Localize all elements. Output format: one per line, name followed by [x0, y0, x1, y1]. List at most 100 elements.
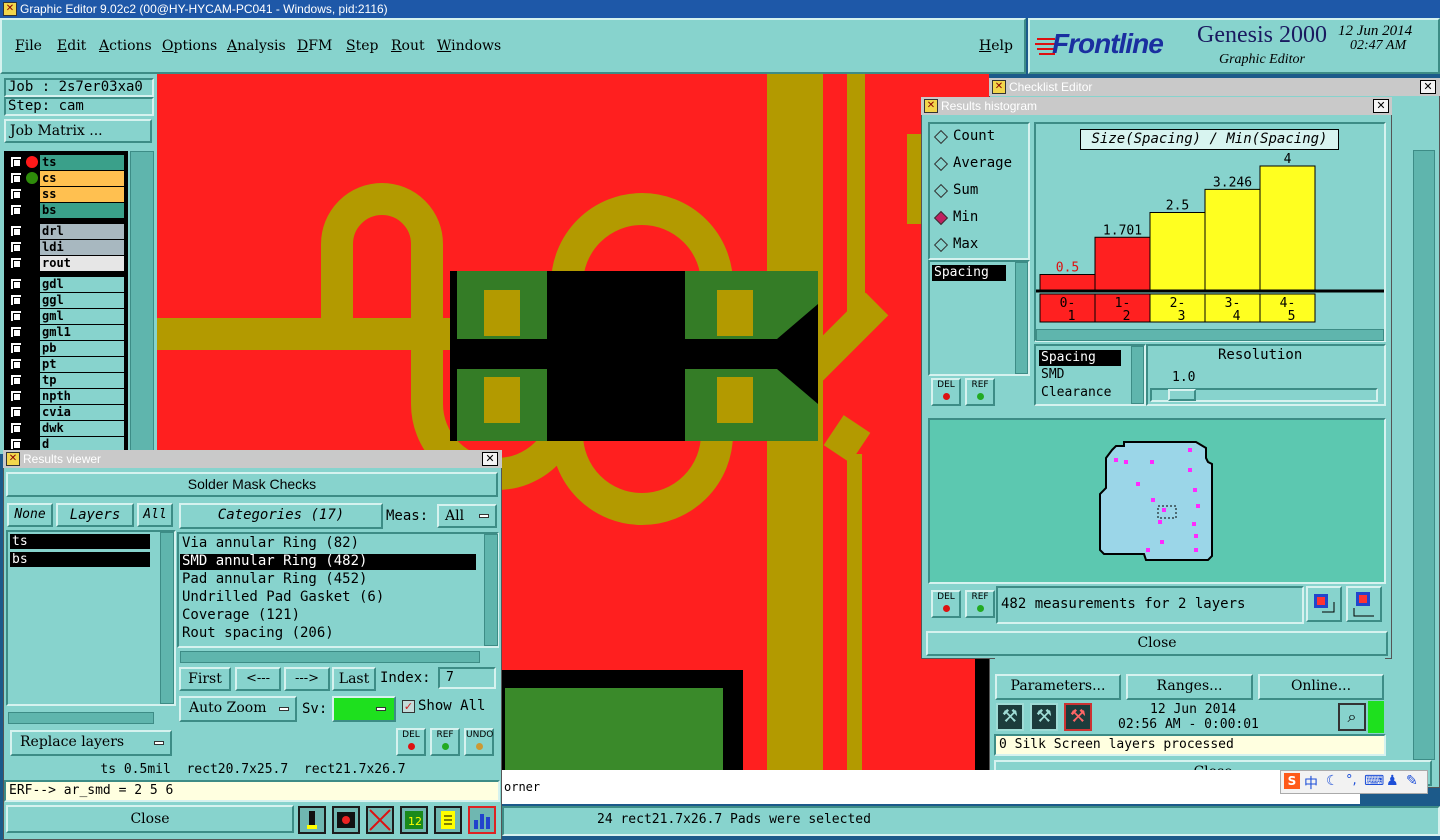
menu-windows[interactable]: Windows	[437, 38, 501, 54]
category-item[interactable]: Coverage (121)	[180, 608, 476, 624]
wrench-icon[interactable]: ✎	[1406, 773, 1418, 789]
rv-layer-bs[interactable]: bs	[10, 552, 150, 567]
rv-layer-vscroll[interactable]	[160, 532, 174, 704]
none-button[interactable]: None	[7, 503, 53, 527]
moon-icon[interactable]: ☾	[1326, 773, 1339, 789]
replace-layers-dropdown[interactable]: Replace layers	[10, 730, 172, 756]
field-list-item-spacing[interactable]: Spacing	[932, 265, 1006, 281]
categories-button[interactable]: Categories (17)	[179, 503, 383, 529]
hist-del-button-top[interactable]: DEL	[931, 378, 961, 406]
rv-layer-ts[interactable]: ts	[10, 534, 150, 549]
layer-checkbox[interactable]	[10, 156, 22, 168]
measure-item-clearance[interactable]: Clearance	[1041, 385, 1111, 400]
rv-del-button[interactable]: DEL	[396, 728, 426, 756]
menu-help[interactable]: Help	[979, 38, 1013, 54]
ime-mode[interactable]: 中	[1304, 773, 1318, 793]
user-icon[interactable]: ♟	[1386, 773, 1399, 789]
layer-checkbox[interactable]	[10, 257, 22, 269]
layer-row-13[interactable]: tp	[8, 373, 126, 388]
toolbar-pin-icon[interactable]	[298, 806, 326, 834]
run-icon-2[interactable]: ⚒	[1030, 703, 1058, 731]
measure-list-scrollbar[interactable]	[1131, 346, 1144, 404]
layer-row-8[interactable]: ggl	[8, 293, 126, 308]
online-button[interactable]: Online...	[1258, 674, 1384, 700]
layer-checkbox[interactable]	[10, 294, 22, 306]
layer-row-14[interactable]: npth	[8, 389, 126, 404]
category-vscroll[interactable]	[484, 534, 498, 646]
menu-edit[interactable]: Edit	[57, 38, 86, 54]
menu-file[interactable]: File	[15, 38, 42, 54]
histogram-view-icon[interactable]	[1346, 586, 1382, 622]
layer-row-3[interactable]: bs	[8, 203, 126, 218]
toolbar-histogram-icon[interactable]	[468, 806, 496, 834]
menu-actions[interactable]: Actions	[99, 38, 152, 54]
category-item[interactable]: Undrilled Pad Gasket (6)	[180, 590, 476, 606]
ranges-button[interactable]: Ranges...	[1126, 674, 1253, 700]
show-all-checkbox[interactable]: ✓	[402, 700, 415, 713]
run-icon-3[interactable]: ⚒	[1064, 703, 1092, 731]
menu-rout[interactable]: Rout	[391, 38, 425, 54]
toolbar-numbering-icon[interactable]: 12	[400, 806, 428, 834]
rv-close-button[interactable]: Close	[6, 805, 294, 833]
rv-ref-button[interactable]: REF	[430, 728, 460, 756]
layer-checkbox[interactable]	[10, 241, 22, 253]
layer-row-4[interactable]: drl	[8, 224, 126, 239]
sogou-icon[interactable]: S	[1284, 773, 1300, 789]
next-button[interactable]: --->	[284, 667, 330, 691]
category-item[interactable]: Via annular Ring (82)	[180, 536, 476, 552]
layer-checkbox[interactable]	[10, 422, 22, 434]
resolution-slider-thumb[interactable]	[1168, 389, 1196, 401]
menu-step[interactable]: Step	[346, 38, 378, 54]
toolbar-record-icon[interactable]	[332, 806, 360, 834]
layer-checkbox[interactable]	[10, 374, 22, 386]
layer-checkbox[interactable]	[10, 172, 22, 184]
histogram-export-icon[interactable]	[1306, 586, 1342, 622]
layer-checkbox[interactable]	[10, 406, 22, 418]
hist-ref-button-bottom[interactable]: REF	[965, 590, 995, 618]
layer-checkbox[interactable]	[10, 390, 22, 402]
rv-undo-button[interactable]: UNDO	[464, 728, 494, 756]
layer-row-12[interactable]: pt	[8, 357, 126, 372]
layer-row-7[interactable]: gdl	[8, 277, 126, 292]
layer-row-5[interactable]: ldi	[8, 240, 126, 255]
layer-checkbox[interactable]	[10, 188, 22, 200]
layer-row-10[interactable]: gml1	[8, 325, 126, 340]
first-button[interactable]: First	[179, 667, 231, 691]
measure-item-smd[interactable]: SMD	[1041, 367, 1064, 382]
parameters-button[interactable]: Parameters...	[995, 674, 1121, 700]
severity-dropdown[interactable]	[332, 696, 396, 722]
layer-checkbox[interactable]	[10, 358, 22, 370]
hist-ref-button-top[interactable]: REF	[965, 378, 995, 406]
results-viewer-close-icon[interactable]: ✕	[482, 452, 498, 466]
category-item[interactable]: SMD annular Ring (482)	[180, 554, 476, 570]
meas-dropdown[interactable]: All	[437, 504, 497, 528]
layer-list-scrollbar[interactable]	[130, 151, 154, 451]
layer-checkbox[interactable]	[10, 342, 22, 354]
measure-item-spacing[interactable]: Spacing	[1039, 350, 1121, 366]
layer-row-16[interactable]: dwk	[8, 421, 126, 436]
histogram-close-button[interactable]: Close	[926, 631, 1388, 656]
toolbar-cancel-ref-icon[interactable]	[366, 806, 394, 834]
layer-row-15[interactable]: cvia	[8, 405, 126, 420]
layers-button[interactable]: Layers	[56, 503, 134, 527]
category-hscroll[interactable]	[180, 651, 480, 663]
field-list-scrollbar[interactable]	[1015, 262, 1028, 374]
layer-row-9[interactable]: gml	[8, 309, 126, 324]
checklist-scrollbar[interactable]	[1413, 150, 1435, 760]
menu-options[interactable]: Options	[162, 38, 217, 54]
checklist-close-icon[interactable]: ✕	[1420, 80, 1436, 94]
layer-row-0[interactable]: ts	[8, 155, 126, 170]
layer-checkbox[interactable]	[10, 278, 22, 290]
job-matrix-button[interactable]: Job Matrix ...	[4, 119, 152, 143]
rv-layer-hscroll[interactable]	[8, 712, 154, 724]
all-layers-button[interactable]: All	[137, 503, 173, 527]
layer-checkbox[interactable]	[10, 310, 22, 322]
layer-row-2[interactable]: ss	[8, 187, 126, 202]
last-button[interactable]: Last	[332, 667, 376, 691]
category-item[interactable]: Rout spacing (206)	[180, 626, 476, 642]
auto-zoom-dropdown[interactable]: Auto Zoom	[179, 696, 297, 722]
keyboard-icon[interactable]: ⌨	[1364, 773, 1384, 789]
zoom-icon[interactable]: ⌕	[1338, 703, 1366, 731]
menu-analysis[interactable]: Analysis	[227, 38, 286, 54]
layer-row-1[interactable]: cs	[8, 171, 126, 186]
